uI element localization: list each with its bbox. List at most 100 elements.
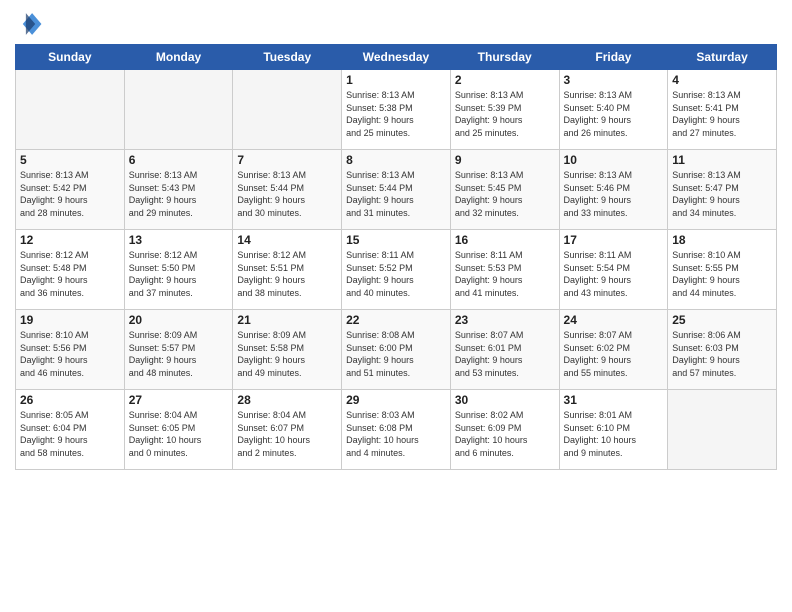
day-info: Sunrise: 8:13 AM Sunset: 5:44 PM Dayligh… [346, 169, 446, 219]
col-tuesday: Tuesday [233, 45, 342, 70]
day-number: 25 [672, 313, 772, 327]
day-info: Sunrise: 8:13 AM Sunset: 5:45 PM Dayligh… [455, 169, 555, 219]
calendar-cell: 21 Sunrise: 8:09 AM Sunset: 5:58 PM Dayli… [233, 310, 342, 390]
day-info: Sunrise: 8:04 AM Sunset: 6:05 PM Dayligh… [129, 409, 229, 459]
calendar-cell: 3 Sunrise: 8:13 AM Sunset: 5:40 PM Daylig… [559, 70, 668, 150]
day-info: Sunrise: 8:04 AM Sunset: 6:07 PM Dayligh… [237, 409, 337, 459]
day-info: Sunrise: 8:12 AM Sunset: 5:50 PM Dayligh… [129, 249, 229, 299]
day-number: 6 [129, 153, 229, 167]
calendar-cell: 24 Sunrise: 8:07 AM Sunset: 6:02 PM Dayli… [559, 310, 668, 390]
col-wednesday: Wednesday [342, 45, 451, 70]
day-info: Sunrise: 8:13 AM Sunset: 5:42 PM Dayligh… [20, 169, 120, 219]
day-number: 1 [346, 73, 446, 87]
calendar-cell: 7 Sunrise: 8:13 AM Sunset: 5:44 PM Daylig… [233, 150, 342, 230]
calendar-cell: 26 Sunrise: 8:05 AM Sunset: 6:04 PM Dayli… [16, 390, 125, 470]
day-number: 17 [564, 233, 664, 247]
calendar-cell: 9 Sunrise: 8:13 AM Sunset: 5:45 PM Daylig… [450, 150, 559, 230]
day-info: Sunrise: 8:01 AM Sunset: 6:10 PM Dayligh… [564, 409, 664, 459]
calendar-cell: 4 Sunrise: 8:13 AM Sunset: 5:41 PM Daylig… [668, 70, 777, 150]
calendar-cell: 11Sunrise: 8:13 AM Sunset: 5:47 PM Dayli… [668, 150, 777, 230]
day-info: Sunrise: 8:05 AM Sunset: 6:04 PM Dayligh… [20, 409, 120, 459]
day-number: 20 [129, 313, 229, 327]
day-number: 26 [20, 393, 120, 407]
day-info: Sunrise: 8:13 AM Sunset: 5:44 PM Dayligh… [237, 169, 337, 219]
day-number: 7 [237, 153, 337, 167]
day-info: Sunrise: 8:11 AM Sunset: 5:52 PM Dayligh… [346, 249, 446, 299]
calendar-cell [233, 70, 342, 150]
calendar-cell: 2 Sunrise: 8:13 AM Sunset: 5:39 PM Daylig… [450, 70, 559, 150]
calendar-week-3: 12Sunrise: 8:12 AM Sunset: 5:48 PM Dayli… [16, 230, 777, 310]
logo [15, 10, 47, 38]
day-number: 5 [20, 153, 120, 167]
calendar-cell [16, 70, 125, 150]
day-number: 8 [346, 153, 446, 167]
day-info: Sunrise: 8:07 AM Sunset: 6:01 PM Dayligh… [455, 329, 555, 379]
calendar-body: 1 Sunrise: 8:13 AM Sunset: 5:38 PM Daylig… [16, 70, 777, 470]
calendar-cell: 28Sunrise: 8:04 AM Sunset: 6:07 PM Dayli… [233, 390, 342, 470]
day-info: Sunrise: 8:06 AM Sunset: 6:03 PM Dayligh… [672, 329, 772, 379]
day-info: Sunrise: 8:13 AM Sunset: 5:40 PM Dayligh… [564, 89, 664, 139]
col-sunday: Sunday [16, 45, 125, 70]
col-monday: Monday [124, 45, 233, 70]
day-number: 27 [129, 393, 229, 407]
calendar-cell: 22 Sunrise: 8:08 AM Sunset: 6:00 PM Dayli… [342, 310, 451, 390]
page: Sunday Monday Tuesday Wednesday Thursday… [0, 0, 792, 612]
calendar-table: Sunday Monday Tuesday Wednesday Thursday… [15, 44, 777, 470]
calendar-cell: 1 Sunrise: 8:13 AM Sunset: 5:38 PM Daylig… [342, 70, 451, 150]
calendar-cell: 17 Sunrise: 8:11 AM Sunset: 5:54 PM Dayli… [559, 230, 668, 310]
day-number: 12 [20, 233, 120, 247]
day-number: 18 [672, 233, 772, 247]
day-number: 23 [455, 313, 555, 327]
day-number: 3 [564, 73, 664, 87]
calendar-week-2: 5 Sunrise: 8:13 AM Sunset: 5:42 PM Daylig… [16, 150, 777, 230]
day-info: Sunrise: 8:08 AM Sunset: 6:00 PM Dayligh… [346, 329, 446, 379]
calendar-cell [668, 390, 777, 470]
day-number: 22 [346, 313, 446, 327]
day-number: 14 [237, 233, 337, 247]
day-number: 24 [564, 313, 664, 327]
day-info: Sunrise: 8:09 AM Sunset: 5:57 PM Dayligh… [129, 329, 229, 379]
logo-icon [15, 10, 43, 38]
col-thursday: Thursday [450, 45, 559, 70]
day-info: Sunrise: 8:07 AM Sunset: 6:02 PM Dayligh… [564, 329, 664, 379]
day-number: 31 [564, 393, 664, 407]
calendar-cell: 8 Sunrise: 8:13 AM Sunset: 5:44 PM Daylig… [342, 150, 451, 230]
day-number: 30 [455, 393, 555, 407]
calendar-cell: 27 Sunrise: 8:04 AM Sunset: 6:05 PM Dayli… [124, 390, 233, 470]
calendar-cell: 23 Sunrise: 8:07 AM Sunset: 6:01 PM Dayli… [450, 310, 559, 390]
calendar-header: Sunday Monday Tuesday Wednesday Thursday… [16, 45, 777, 70]
day-info: Sunrise: 8:03 AM Sunset: 6:08 PM Dayligh… [346, 409, 446, 459]
day-info: Sunrise: 8:11 AM Sunset: 5:54 PM Dayligh… [564, 249, 664, 299]
calendar-cell: 31 Sunrise: 8:01 AM Sunset: 6:10 PM Dayli… [559, 390, 668, 470]
calendar-week-4: 19 Sunrise: 8:10 AM Sunset: 5:56 PM Dayli… [16, 310, 777, 390]
calendar-cell: 16Sunrise: 8:11 AM Sunset: 5:53 PM Dayli… [450, 230, 559, 310]
day-number: 4 [672, 73, 772, 87]
day-info: Sunrise: 8:02 AM Sunset: 6:09 PM Dayligh… [455, 409, 555, 459]
day-number: 2 [455, 73, 555, 87]
col-friday: Friday [559, 45, 668, 70]
day-number: 21 [237, 313, 337, 327]
day-number: 9 [455, 153, 555, 167]
day-info: Sunrise: 8:13 AM Sunset: 5:41 PM Dayligh… [672, 89, 772, 139]
calendar-cell: 19 Sunrise: 8:10 AM Sunset: 5:56 PM Dayli… [16, 310, 125, 390]
calendar-cell: 5 Sunrise: 8:13 AM Sunset: 5:42 PM Daylig… [16, 150, 125, 230]
header [15, 10, 777, 38]
day-number: 19 [20, 313, 120, 327]
header-row: Sunday Monday Tuesday Wednesday Thursday… [16, 45, 777, 70]
calendar-cell: 12Sunrise: 8:12 AM Sunset: 5:48 PM Dayli… [16, 230, 125, 310]
calendar-cell: 6 Sunrise: 8:13 AM Sunset: 5:43 PM Daylig… [124, 150, 233, 230]
calendar-cell: 13Sunrise: 8:12 AM Sunset: 5:50 PM Dayli… [124, 230, 233, 310]
day-info: Sunrise: 8:13 AM Sunset: 5:38 PM Dayligh… [346, 89, 446, 139]
day-info: Sunrise: 8:11 AM Sunset: 5:53 PM Dayligh… [455, 249, 555, 299]
day-info: Sunrise: 8:13 AM Sunset: 5:39 PM Dayligh… [455, 89, 555, 139]
day-info: Sunrise: 8:10 AM Sunset: 5:56 PM Dayligh… [20, 329, 120, 379]
day-info: Sunrise: 8:13 AM Sunset: 5:43 PM Dayligh… [129, 169, 229, 219]
day-number: 11 [672, 153, 772, 167]
day-info: Sunrise: 8:09 AM Sunset: 5:58 PM Dayligh… [237, 329, 337, 379]
day-info: Sunrise: 8:12 AM Sunset: 5:51 PM Dayligh… [237, 249, 337, 299]
calendar-week-1: 1 Sunrise: 8:13 AM Sunset: 5:38 PM Daylig… [16, 70, 777, 150]
calendar-cell: 14 Sunrise: 8:12 AM Sunset: 5:51 PM Dayli… [233, 230, 342, 310]
day-number: 15 [346, 233, 446, 247]
calendar-cell: 15 Sunrise: 8:11 AM Sunset: 5:52 PM Dayli… [342, 230, 451, 310]
day-info: Sunrise: 8:13 AM Sunset: 5:46 PM Dayligh… [564, 169, 664, 219]
